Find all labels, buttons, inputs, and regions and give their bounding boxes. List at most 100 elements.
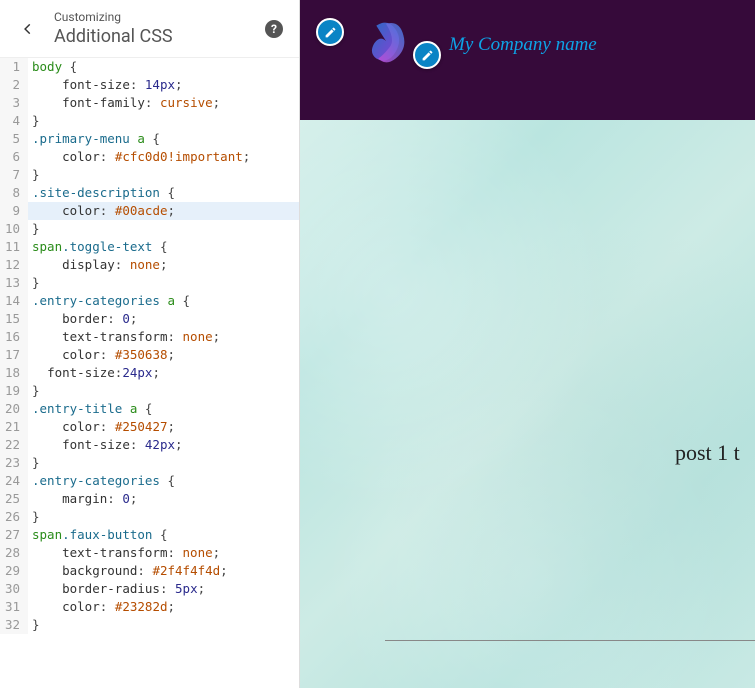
line-number: 29: [0, 562, 28, 580]
line-number: 17: [0, 346, 28, 364]
code-text[interactable]: }: [28, 616, 299, 634]
code-line[interactable]: 27span.faux-button {: [0, 526, 299, 544]
code-line[interactable]: 21 color: #250427;: [0, 418, 299, 436]
code-line[interactable]: 23}: [0, 454, 299, 472]
post-title[interactable]: post 1 t: [675, 440, 755, 466]
code-text[interactable]: display: none;: [28, 256, 299, 274]
code-text[interactable]: body {: [28, 58, 299, 76]
code-text[interactable]: text-transform: none;: [28, 544, 299, 562]
code-line[interactable]: 26}: [0, 508, 299, 526]
site-logo[interactable]: [357, 16, 415, 74]
back-button[interactable]: [16, 17, 40, 41]
preview-site-header: My Company name: [300, 0, 755, 120]
line-number: 27: [0, 526, 28, 544]
chevron-left-icon: [21, 22, 35, 36]
edit-shortcut-button[interactable]: [316, 18, 344, 46]
code-text[interactable]: .entry-categories a {: [28, 292, 299, 310]
code-line[interactable]: 7}: [0, 166, 299, 184]
code-line[interactable]: 2 font-size: 14px;: [0, 76, 299, 94]
code-text[interactable]: .entry-title a {: [28, 400, 299, 418]
code-line[interactable]: 29 background: #2f4f4f4d;: [0, 562, 299, 580]
line-number: 8: [0, 184, 28, 202]
code-line[interactable]: 22 font-size: 42px;: [0, 436, 299, 454]
line-number: 15: [0, 310, 28, 328]
line-number: 18: [0, 364, 28, 382]
help-icon: ?: [271, 22, 277, 36]
code-text[interactable]: color: #350638;: [28, 346, 299, 364]
code-text[interactable]: font-size: 14px;: [28, 76, 299, 94]
preview-content: post 1 t: [300, 120, 755, 688]
code-line[interactable]: 13}: [0, 274, 299, 292]
line-number: 12: [0, 256, 28, 274]
code-line[interactable]: 32}: [0, 616, 299, 634]
code-line[interactable]: 31 color: #23282d;: [0, 598, 299, 616]
code-line[interactable]: 4}: [0, 112, 299, 130]
css-code-editor[interactable]: 1body {2 font-size: 14px;3 font-family: …: [0, 58, 299, 688]
code-text[interactable]: .primary-menu a {: [28, 130, 299, 148]
code-line[interactable]: 8.site-description {: [0, 184, 299, 202]
line-number: 25: [0, 490, 28, 508]
line-number: 13: [0, 274, 28, 292]
code-line[interactable]: 14.entry-categories a {: [0, 292, 299, 310]
code-line[interactable]: 3 font-family: cursive;: [0, 94, 299, 112]
code-text[interactable]: color: #23282d;: [28, 598, 299, 616]
site-preview: My Company name post 1 t: [300, 0, 755, 688]
code-line[interactable]: 18 font-size:24px;: [0, 364, 299, 382]
line-number: 20: [0, 400, 28, 418]
code-text[interactable]: text-transform: none;: [28, 328, 299, 346]
line-number: 24: [0, 472, 28, 490]
code-line[interactable]: 16 text-transform: none;: [0, 328, 299, 346]
code-line[interactable]: 30 border-radius: 5px;: [0, 580, 299, 598]
code-text[interactable]: }: [28, 166, 299, 184]
code-text[interactable]: border-radius: 5px;: [28, 580, 299, 598]
line-number: 5: [0, 130, 28, 148]
code-text[interactable]: color: #250427;: [28, 418, 299, 436]
code-line[interactable]: 6 color: #cfc0d0!important;: [0, 148, 299, 166]
panel-titles: Customizing Additional CSS: [54, 10, 265, 47]
code-text[interactable]: span.faux-button {: [28, 526, 299, 544]
code-line[interactable]: 10}: [0, 220, 299, 238]
code-text[interactable]: }: [28, 220, 299, 238]
code-text[interactable]: font-size: 42px;: [28, 436, 299, 454]
code-text[interactable]: }: [28, 274, 299, 292]
code-line[interactable]: 24.entry-categories {: [0, 472, 299, 490]
code-text[interactable]: }: [28, 508, 299, 526]
customizer-panel: Customizing Additional CSS ? 1body {2 fo…: [0, 0, 300, 688]
code-line[interactable]: 1body {: [0, 58, 299, 76]
code-text[interactable]: font-family: cursive;: [28, 94, 299, 112]
help-button[interactable]: ?: [265, 20, 283, 38]
code-text[interactable]: .site-description {: [28, 184, 299, 202]
code-text[interactable]: background: #2f4f4f4d;: [28, 562, 299, 580]
code-text[interactable]: margin: 0;: [28, 490, 299, 508]
code-line[interactable]: 28 text-transform: none;: [0, 544, 299, 562]
code-text[interactable]: color: #cfc0d0!important;: [28, 148, 299, 166]
line-number: 26: [0, 508, 28, 526]
code-text[interactable]: span.toggle-text {: [28, 238, 299, 256]
code-line[interactable]: 11span.toggle-text {: [0, 238, 299, 256]
code-line[interactable]: 5.primary-menu a {: [0, 130, 299, 148]
code-text[interactable]: }: [28, 382, 299, 400]
site-logo-wrap: My Company name: [357, 16, 597, 74]
code-text[interactable]: border: 0;: [28, 310, 299, 328]
line-number: 19: [0, 382, 28, 400]
divider: [385, 640, 755, 641]
code-line[interactable]: 19}: [0, 382, 299, 400]
code-line[interactable]: 17 color: #350638;: [0, 346, 299, 364]
code-line[interactable]: 20.entry-title a {: [0, 400, 299, 418]
code-line[interactable]: 9 color: #00acde;: [0, 202, 299, 220]
site-title[interactable]: My Company name: [449, 34, 597, 56]
line-number: 3: [0, 94, 28, 112]
code-text[interactable]: }: [28, 454, 299, 472]
line-number: 1: [0, 58, 28, 76]
code-line[interactable]: 25 margin: 0;: [0, 490, 299, 508]
code-text[interactable]: }: [28, 112, 299, 130]
post-wrap: post 1 t: [675, 440, 755, 466]
edit-shortcut-button[interactable]: [413, 41, 441, 69]
code-text[interactable]: .entry-categories {: [28, 472, 299, 490]
code-text[interactable]: color: #00acde;: [28, 202, 299, 220]
line-number: 11: [0, 238, 28, 256]
code-text[interactable]: font-size:24px;: [28, 364, 299, 382]
code-line[interactable]: 15 border: 0;: [0, 310, 299, 328]
code-line[interactable]: 12 display: none;: [0, 256, 299, 274]
line-number: 28: [0, 544, 28, 562]
